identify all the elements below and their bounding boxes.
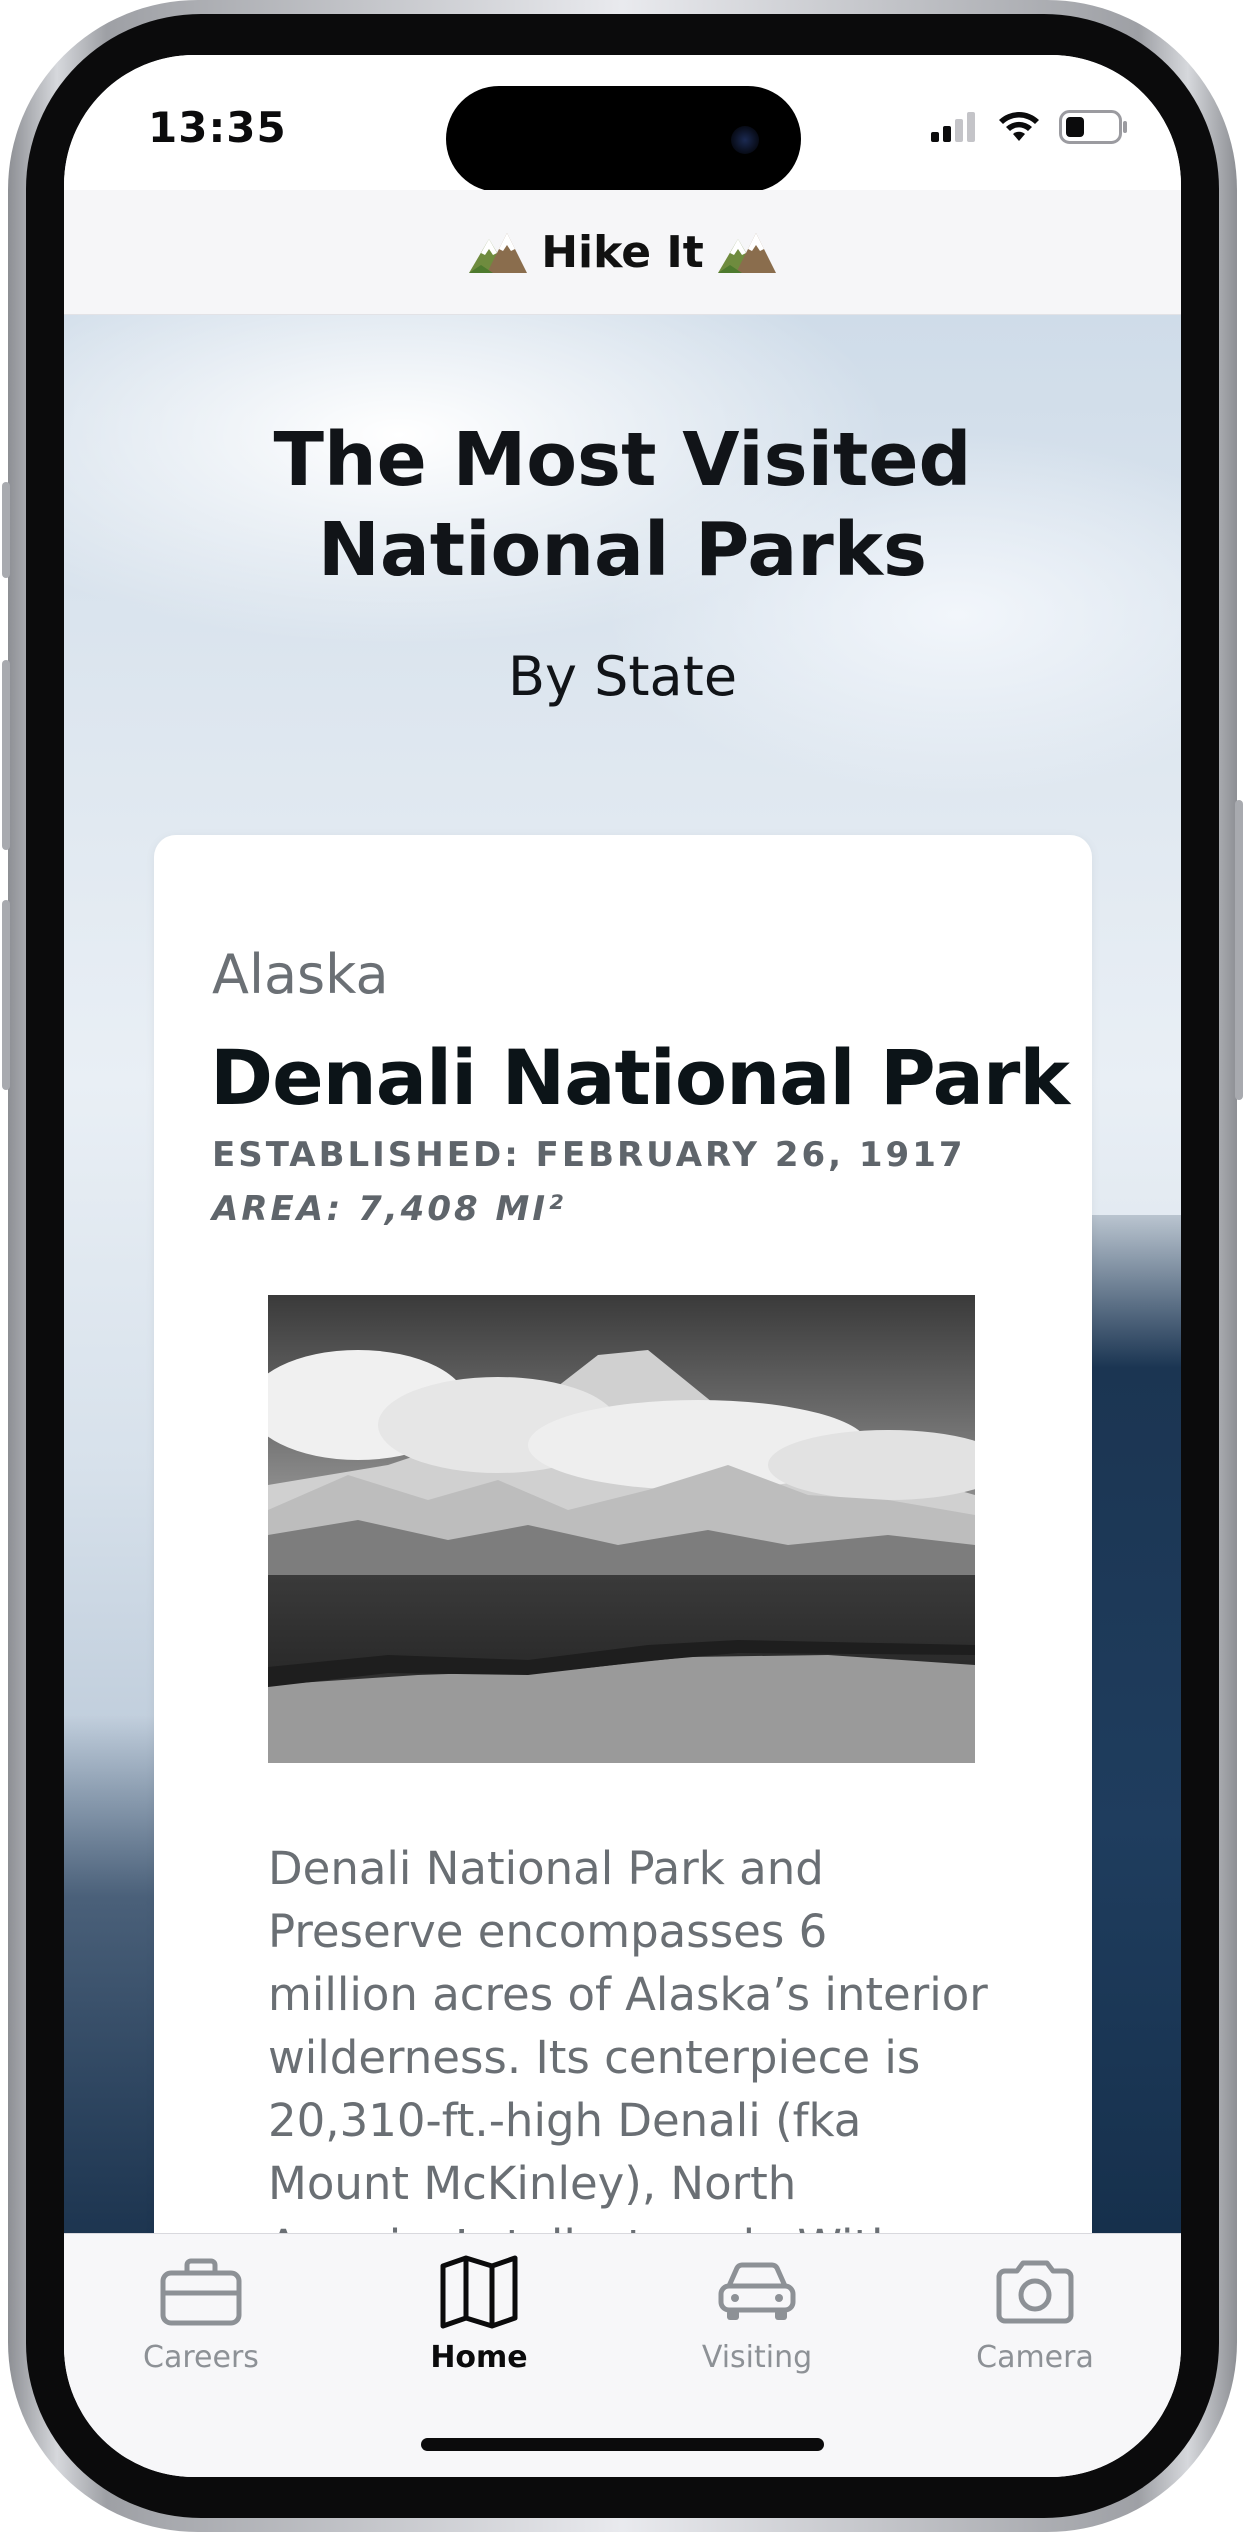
tab-label: Visiting xyxy=(701,2340,813,2375)
camera-icon xyxy=(990,2252,1080,2332)
park-area: AREA: 7,408 MI² xyxy=(212,1189,566,1229)
tab-home[interactable]: Home xyxy=(379,2252,579,2392)
volume-up-button xyxy=(2,660,10,850)
mountain-emoji-icon xyxy=(469,233,528,273)
status-bar: 13:35 xyxy=(64,55,1181,192)
front-camera-icon xyxy=(731,126,759,154)
tab-label: Camera xyxy=(976,2340,1094,2375)
page-title: The Most Visited National Parks xyxy=(273,417,972,593)
battery-icon xyxy=(1059,110,1127,144)
wifi-icon xyxy=(999,112,1039,141)
status-icons xyxy=(931,107,1129,147)
app-title: Hike It xyxy=(541,226,704,278)
mountain-emoji-icon xyxy=(717,233,776,273)
tab-camera[interactable]: Camera xyxy=(935,2252,1135,2392)
park-name: Denali National Park xyxy=(210,1033,1070,1122)
park-description: Denali National Park and Preserve encomp… xyxy=(268,1842,988,2233)
volume-down-button xyxy=(2,900,10,1090)
tab-visiting[interactable]: Visiting xyxy=(657,2252,857,2392)
content-scroll-area[interactable]: The Most Visited National Parks By State… xyxy=(64,315,1181,2233)
park-established: ESTABLISHED: FEBRUARY 26, 1917 xyxy=(212,1135,966,1175)
mute-switch xyxy=(2,482,10,578)
signal-icon xyxy=(931,112,975,142)
status-time: 13:35 xyxy=(148,103,287,152)
dynamic-island xyxy=(446,86,801,192)
tab-label: Careers xyxy=(143,2340,259,2375)
power-button xyxy=(1235,800,1243,1100)
tab-careers[interactable]: Careers xyxy=(101,2252,301,2392)
car-icon xyxy=(712,2252,802,2332)
page-subtitle: By State xyxy=(507,645,738,708)
briefcase-icon xyxy=(156,2252,246,2332)
park-photo xyxy=(268,1295,975,1763)
park-state: Alaska xyxy=(212,943,389,1006)
screen: 13:35 Hike It The Most Visited National … xyxy=(64,55,1181,2477)
map-icon xyxy=(434,2252,524,2332)
home-indicator[interactable] xyxy=(421,2438,824,2451)
park-card[interactable]: Alaska Denali National Park ESTABLISHED:… xyxy=(154,835,1092,2233)
app-header: Hike It xyxy=(64,190,1181,315)
tab-label: Home xyxy=(430,2340,528,2375)
tab-bar: Careers Home Visiting Camera xyxy=(64,2233,1181,2477)
